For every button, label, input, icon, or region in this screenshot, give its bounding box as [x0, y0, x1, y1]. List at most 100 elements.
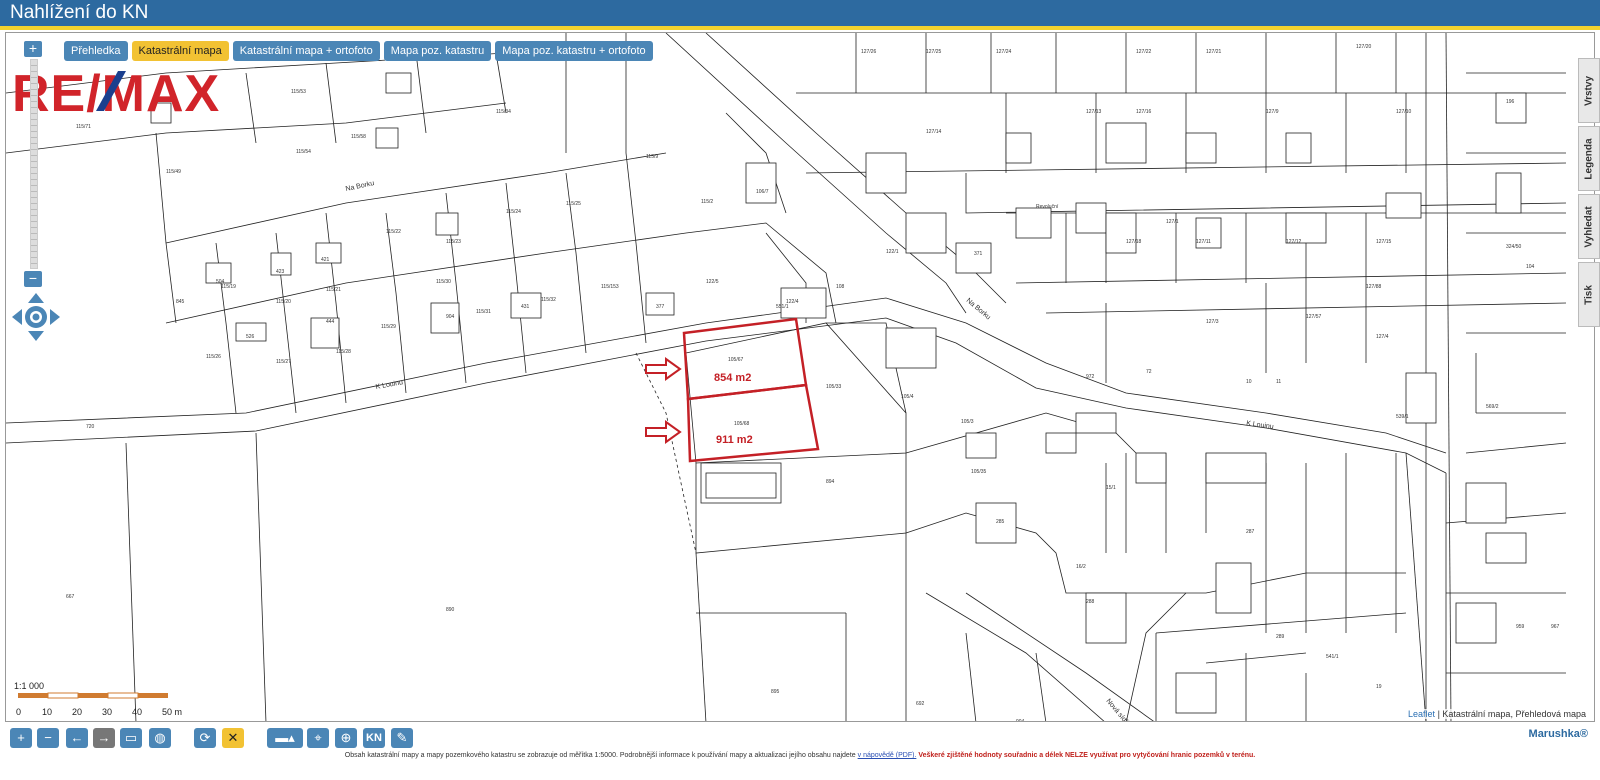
scale-tick: 10: [42, 707, 53, 717]
side-tab-label: Vyhledat: [1583, 205, 1595, 248]
scale-bar-graphic: [18, 692, 168, 699]
map-type-tabs: Přehledka Katastrální mapa Katastrální m…: [64, 41, 653, 61]
svg-text:127/11: 127/11: [1196, 239, 1211, 245]
tab-mapa-poz-katastru-ortofoto[interactable]: Mapa poz. katastru + ortofoto: [495, 41, 653, 61]
scale-bar: 1:1 000 0 10 20 30 40 50 m: [14, 681, 189, 717]
svg-text:959: 959: [1516, 624, 1525, 630]
svg-text:127/9: 127/9: [1266, 109, 1279, 115]
svg-text:967: 967: [1551, 624, 1560, 630]
pan-left-icon[interactable]: [12, 309, 22, 325]
bottom-toolbar: + − ← → ▭ ◍ ⟳ ✕ ▬▴ ⌖ ⊕ KN ✎ Marushka® Ob…: [0, 724, 1600, 780]
svg-text:285: 285: [996, 519, 1005, 525]
leaflet-link[interactable]: Leaflet: [1408, 709, 1435, 719]
forward-button[interactable]: →: [93, 728, 115, 748]
svg-text:115/23: 115/23: [446, 239, 461, 245]
svg-text:115/2: 115/2: [701, 199, 713, 205]
side-tab-vrstvy[interactable]: Vrstvy: [1578, 58, 1600, 123]
globe-button[interactable]: ◍: [149, 728, 171, 748]
center-button[interactable]: ⊕: [335, 728, 357, 748]
svg-text:127/57: 127/57: [1306, 314, 1322, 320]
svg-text:551/1: 551/1: [776, 304, 789, 310]
help-link[interactable]: v nápovědě (PDF).: [858, 752, 917, 759]
cadastral-map[interactable]: 115/71 115/49 115/54 115/58 115/34 115/53 115…: [5, 32, 1595, 722]
svg-text:115/9: 115/9: [646, 154, 658, 160]
tab-prehledka[interactable]: Přehledka: [64, 41, 128, 61]
svg-text:569/2: 569/2: [1486, 404, 1499, 410]
svg-text:127/10: 127/10: [1396, 109, 1412, 115]
svg-text:127/13: 127/13: [1086, 109, 1102, 115]
side-tab-vyhledat[interactable]: Vyhledat: [1578, 194, 1600, 259]
app-title: Nahlížení do KN: [10, 2, 149, 23]
footer-note: Obsah katastrální mapy a mapy pozemkovéh…: [0, 752, 1600, 759]
map-pin-icon: ⌖: [314, 730, 322, 745]
svg-text:105/67: 105/67: [728, 357, 744, 363]
svg-text:423: 423: [276, 269, 285, 275]
zoom-in-tool-button[interactable]: +: [10, 728, 32, 748]
side-tab-label: Tisk: [1583, 284, 1595, 305]
svg-text:115/26: 115/26: [206, 354, 221, 360]
svg-text:115/22: 115/22: [386, 229, 401, 235]
feedback-button[interactable]: ✎: [391, 728, 413, 748]
svg-text:287: 287: [1246, 529, 1255, 535]
pan-control[interactable]: [10, 291, 62, 343]
svg-text:904: 904: [446, 314, 455, 320]
svg-text:115/24: 115/24: [506, 209, 521, 215]
zoom-out-button[interactable]: −: [24, 271, 42, 287]
svg-text:Na Borku: Na Borku: [965, 297, 992, 321]
svg-text:127/12: 127/12: [1286, 239, 1302, 245]
svg-text:127/4: 127/4: [1376, 334, 1389, 340]
svg-text:196: 196: [1506, 99, 1515, 105]
scale-tick: 30: [102, 707, 113, 717]
scale-tick: 40: [132, 707, 143, 717]
ruler-icon: ▬▴: [275, 730, 295, 745]
highlighted-parcel-105-68[interactable]: [686, 383, 820, 463]
svg-text:115/29: 115/29: [381, 324, 396, 330]
tab-katastralni-mapa[interactable]: Katastrální mapa: [131, 41, 229, 61]
back-button[interactable]: ←: [66, 728, 88, 748]
svg-text:104: 104: [1526, 264, 1535, 270]
svg-text:541/1: 541/1: [1326, 654, 1339, 660]
svg-text:115/21: 115/21: [326, 287, 341, 293]
svg-text:115/32: 115/32: [541, 297, 556, 303]
kn-button[interactable]: KN: [363, 728, 385, 748]
pan-right-icon[interactable]: [50, 309, 60, 325]
svg-text:K Louinu: K Louinu: [375, 379, 404, 391]
svg-text:894: 894: [826, 479, 835, 485]
attribution-text: Katastrální mapa, Přehledová mapa: [1442, 709, 1586, 719]
zoom-control[interactable]: + −: [24, 41, 44, 287]
tab-katastralni-mapa-ortofoto[interactable]: Katastrální mapa + ortofoto: [232, 41, 380, 61]
zoom-slider[interactable]: [30, 59, 38, 269]
svg-text:115/54: 115/54: [296, 149, 311, 155]
measure-button[interactable]: ▬▴: [267, 728, 303, 748]
svg-text:377: 377: [656, 304, 665, 310]
side-tab-label: Vrstvy: [1583, 75, 1595, 106]
globe-icon: ◍: [154, 730, 166, 745]
location-button[interactable]: ⌖: [307, 728, 329, 748]
svg-text:421: 421: [321, 257, 330, 263]
area-label-911: 911 m2: [716, 434, 753, 446]
svg-text:122/1: 122/1: [886, 249, 899, 255]
side-tab-legenda[interactable]: Legenda: [1578, 126, 1600, 191]
scale-tick: 50 m: [162, 707, 183, 717]
tab-mapa-poz-katastru[interactable]: Mapa poz. katastru: [383, 41, 492, 61]
pan-down-icon[interactable]: [28, 331, 44, 341]
svg-text:431: 431: [521, 304, 530, 310]
pan-up-icon[interactable]: [28, 293, 44, 303]
svg-text:10: 10: [1246, 379, 1252, 385]
svg-text:115/153: 115/153: [601, 284, 619, 290]
refresh-button[interactable]: ⟳: [194, 728, 216, 748]
close-icon: ✕: [227, 730, 239, 745]
svg-text:127/1: 127/1: [1166, 219, 1179, 225]
zoom-out-tool-button[interactable]: −: [37, 728, 59, 748]
map-canvas[interactable]: 115/71115/49115/54115/58 115/34115/53115…: [6, 33, 1595, 722]
svg-text:289: 289: [1276, 634, 1285, 640]
rectangle-icon: ▭: [124, 730, 138, 745]
refresh-icon: ⟳: [199, 730, 211, 745]
zoom-in-button[interactable]: +: [24, 41, 42, 57]
svg-text:127/88: 127/88: [1366, 284, 1382, 290]
select-area-button[interactable]: ▭: [120, 728, 142, 748]
svg-text:127/25: 127/25: [926, 49, 942, 55]
side-tab-tisk[interactable]: Tisk: [1578, 262, 1600, 327]
cancel-button[interactable]: ✕: [222, 728, 244, 748]
svg-text:115/58: 115/58: [351, 134, 366, 140]
